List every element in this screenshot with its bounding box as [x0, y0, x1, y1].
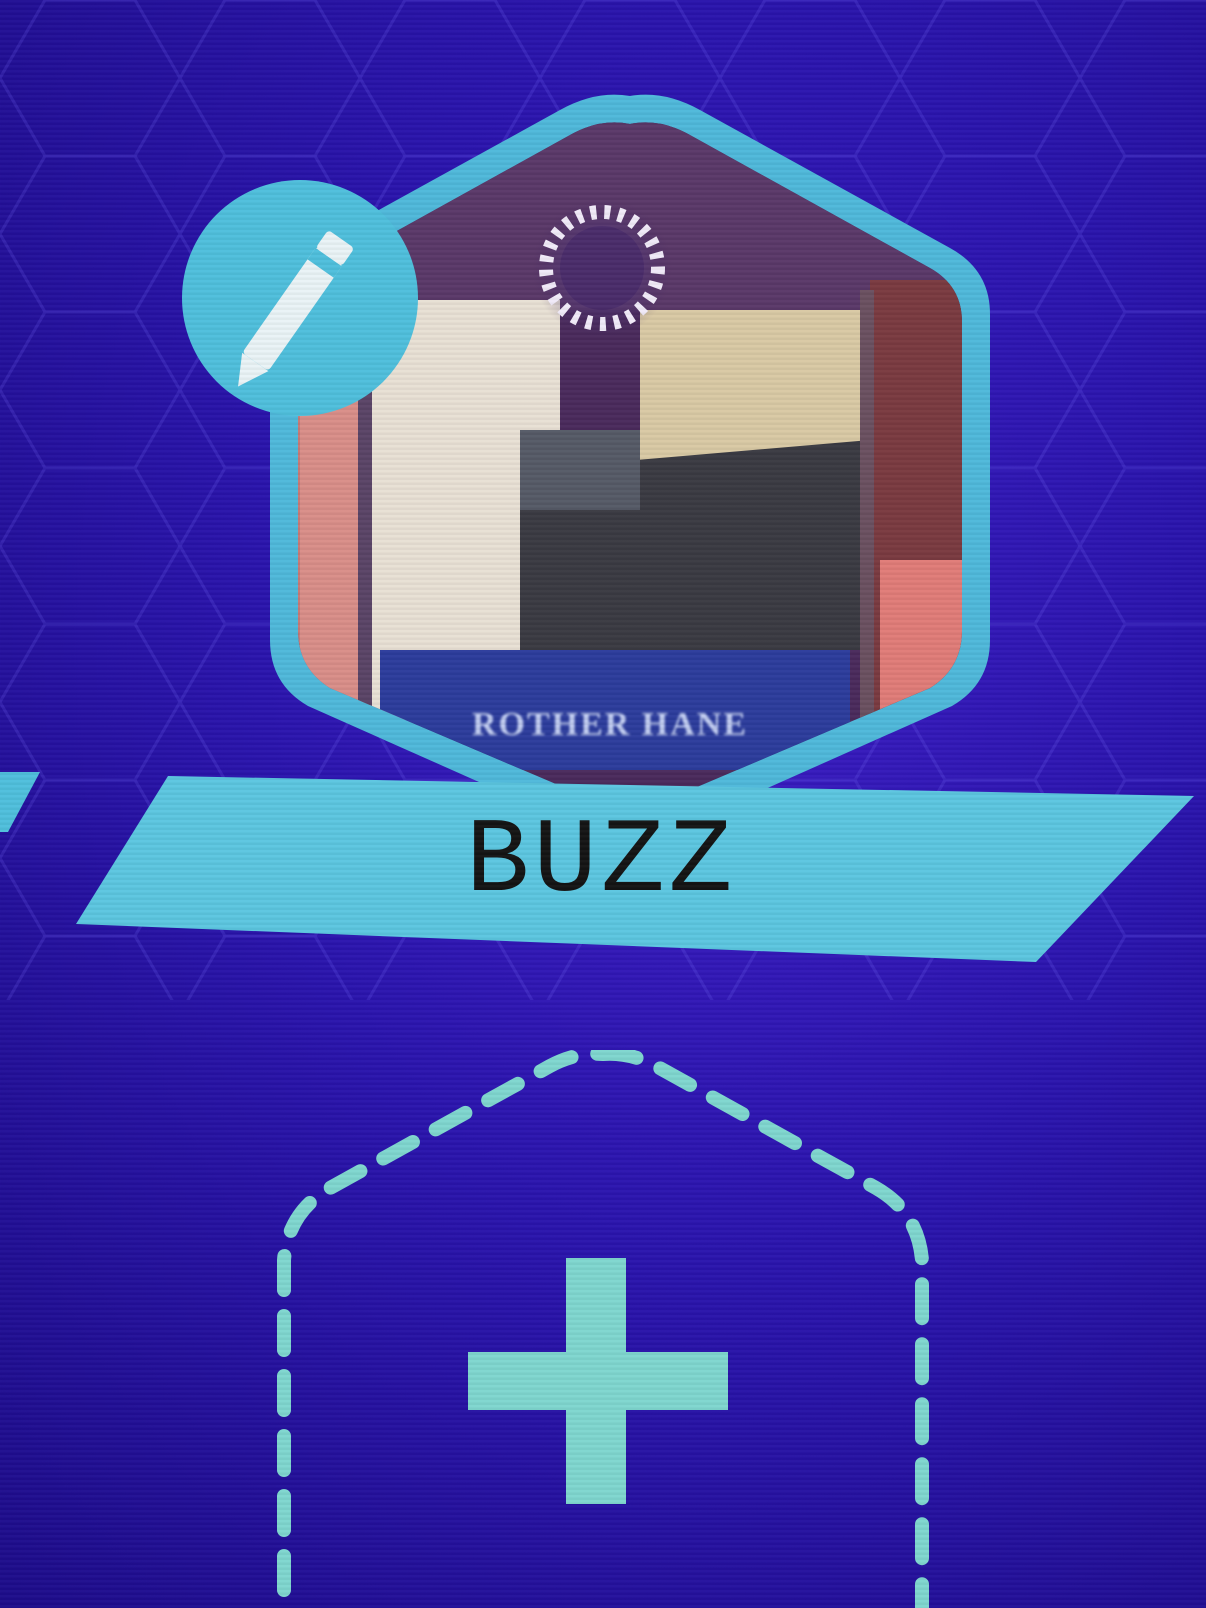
- avatar-photo-caption: ROTHER HANE: [471, 706, 749, 743]
- pencil-icon: [238, 231, 353, 387]
- add-profile-button[interactable]: [258, 1050, 948, 1608]
- profile-name-label: BUZZ: [465, 802, 737, 922]
- profile-name-banner[interactable]: BUZZ: [76, 776, 1194, 962]
- edit-profile-button[interactable]: [182, 180, 418, 416]
- plus-icon: [468, 1258, 728, 1504]
